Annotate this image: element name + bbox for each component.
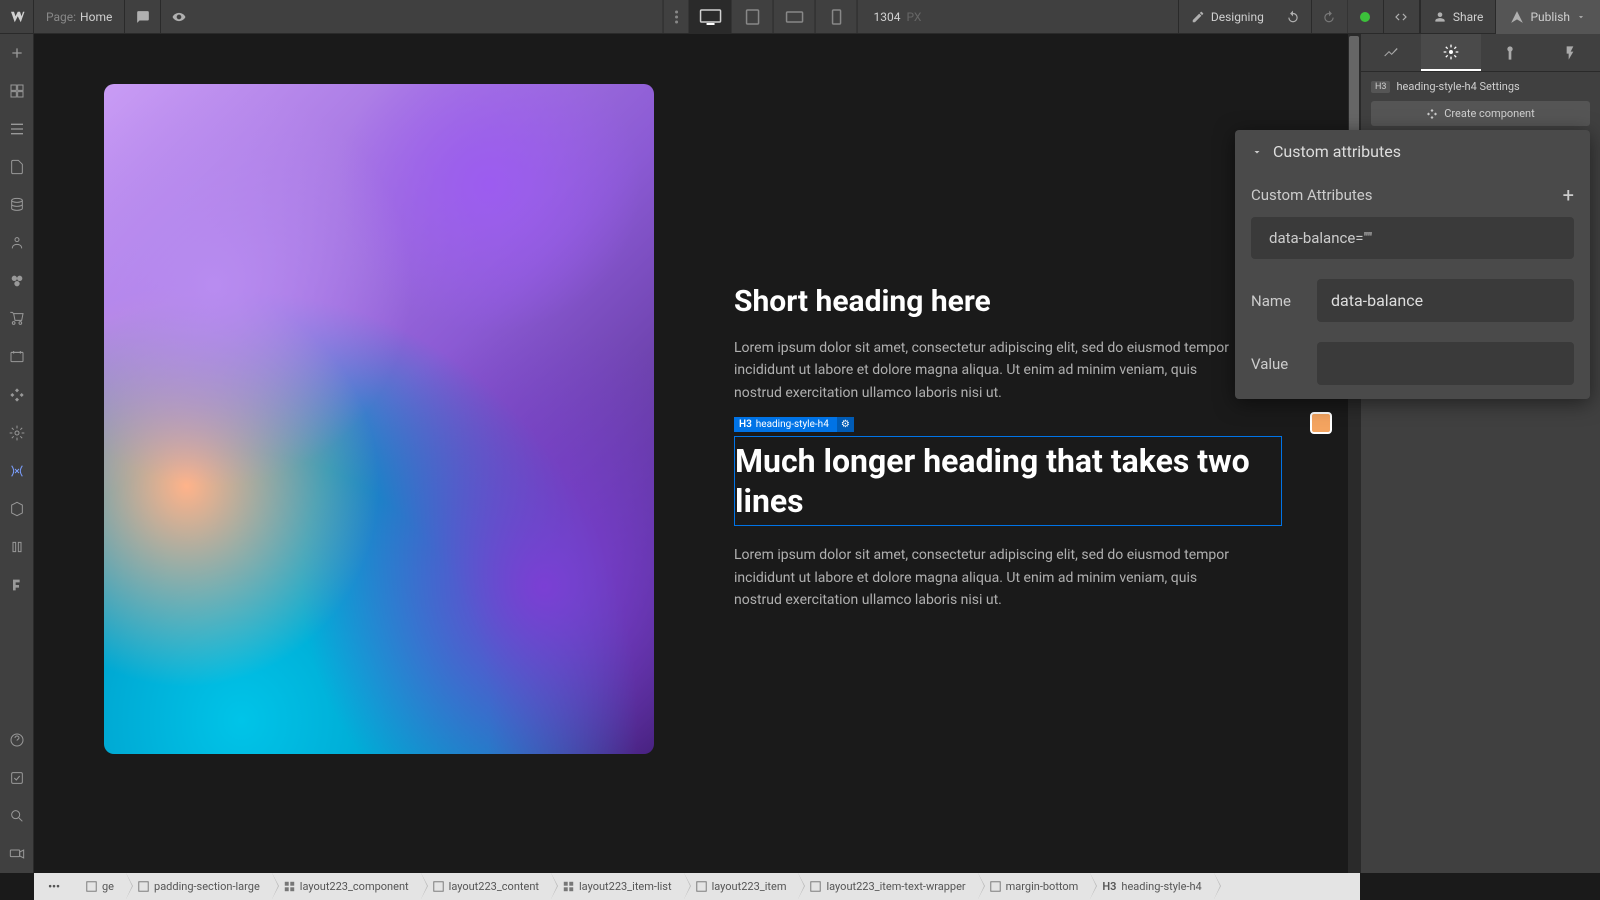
attribute-item[interactable]: data-balance="" — [1251, 217, 1574, 259]
breadcrumb-item[interactable]: layout223_item-text-wrapper — [798, 873, 977, 900]
attr-value-label: Value — [1251, 355, 1303, 373]
export-code-button[interactable] — [1384, 0, 1420, 34]
share-button[interactable]: Share — [1420, 0, 1496, 34]
attr-name-input[interactable] — [1317, 279, 1574, 322]
collaborator-avatar[interactable] — [1310, 412, 1332, 434]
comments-button[interactable] — [125, 0, 161, 34]
breadcrumb-item[interactable]: layout223_content — [421, 873, 551, 900]
chevron-down-icon — [1251, 146, 1263, 158]
left-rail — [0, 34, 34, 873]
ecommerce-button[interactable] — [0, 300, 34, 338]
breadcrumb: ••• gepadding-section-largelayout223_com… — [34, 873, 1360, 900]
top-bar: Page: Home 1304 PX Designing — [0, 0, 1600, 34]
finsweet-button[interactable] — [0, 566, 34, 604]
canvas[interactable]: Short heading here Lorem ipsum dolor sit… — [34, 34, 1360, 873]
pages-button[interactable] — [0, 72, 34, 110]
breadcrumb-item[interactable]: margin-bottom — [978, 873, 1091, 900]
audit-button[interactable] — [0, 759, 34, 797]
settings-button[interactable] — [0, 414, 34, 452]
selected-element[interactable]: Much longer heading that takes two lines — [734, 436, 1282, 526]
hero-image[interactable] — [104, 84, 654, 754]
style-tab[interactable] — [1361, 34, 1421, 71]
breakpoint-mobile[interactable] — [815, 0, 857, 34]
publish-button[interactable]: Publish — [1495, 0, 1600, 34]
undo-button[interactable] — [1276, 0, 1312, 34]
webflow-logo[interactable] — [0, 0, 34, 34]
style-manager-tab[interactable] — [1481, 34, 1541, 71]
assets-button[interactable] — [0, 338, 34, 376]
designing-mode[interactable]: Designing — [1178, 0, 1276, 34]
popover-header[interactable]: Custom attributes — [1235, 130, 1590, 173]
search-button[interactable] — [0, 797, 34, 835]
components-button[interactable] — [0, 490, 34, 528]
breakpoint-desktop[interactable] — [689, 0, 731, 34]
variables-button[interactable] — [0, 452, 34, 490]
logic-button[interactable] — [0, 262, 34, 300]
breadcrumb-item[interactable]: layout223_item-list — [551, 873, 684, 900]
breakpoint-mobile-landscape[interactable] — [773, 0, 815, 34]
breadcrumb-item[interactable]: layout223_component — [272, 873, 421, 900]
preview-button[interactable] — [161, 0, 197, 34]
paragraph-1[interactable]: Lorem ipsum dolor sit amet, consectetur … — [734, 337, 1234, 404]
breadcrumb-item[interactable]: H3heading-style-h4 — [1090, 873, 1213, 900]
viewport-size[interactable]: 1304 PX — [857, 0, 938, 34]
attr-value-input[interactable] — [1317, 342, 1574, 385]
redo-button[interactable] — [1312, 0, 1348, 34]
breakpoint-tablet[interactable] — [731, 0, 773, 34]
breadcrumb-item[interactable]: layout223_item — [684, 873, 799, 900]
breadcrumb-item[interactable]: padding-section-large — [126, 873, 272, 900]
selection-label[interactable]: H3 heading-style-h4 ⚙ — [734, 417, 854, 432]
apps-button[interactable] — [0, 376, 34, 414]
gear-icon[interactable]: ⚙ — [837, 417, 854, 432]
heading-short[interactable]: Short heading here — [734, 284, 1290, 319]
panel-element-header: H3 heading-style-h4 Settings — [1371, 80, 1590, 93]
styles-button[interactable] — [0, 528, 34, 566]
status-indicator[interactable] — [1348, 0, 1384, 34]
settings-tab[interactable] — [1421, 34, 1481, 71]
breakpoint-more[interactable] — [663, 0, 689, 34]
users-button[interactable] — [0, 224, 34, 262]
create-component-button[interactable]: Create component — [1371, 101, 1590, 126]
cms-button[interactable] — [0, 186, 34, 224]
breadcrumb-item[interactable]: ge — [74, 873, 126, 900]
heading-long[interactable]: Much longer heading that takes two lines — [735, 441, 1281, 521]
interactions-tab[interactable] — [1540, 34, 1600, 71]
breadcrumb-overflow[interactable]: ••• — [34, 880, 74, 893]
add-element-button[interactable] — [0, 34, 34, 72]
pages-panel-button[interactable] — [0, 148, 34, 186]
add-attribute-button[interactable]: + — [1563, 183, 1574, 207]
paragraph-2[interactable]: Lorem ipsum dolor sit amet, consectetur … — [734, 544, 1234, 611]
custom-attributes-popover: Custom attributes Custom Attributes + da… — [1235, 130, 1590, 399]
navigator-button[interactable] — [0, 110, 34, 148]
help-button[interactable] — [0, 721, 34, 759]
attr-name-label: Name — [1251, 292, 1303, 310]
page-selector[interactable]: Page: Home — [34, 0, 125, 34]
tutorial-button[interactable] — [0, 835, 34, 873]
custom-attributes-label: Custom Attributes — [1251, 186, 1372, 204]
